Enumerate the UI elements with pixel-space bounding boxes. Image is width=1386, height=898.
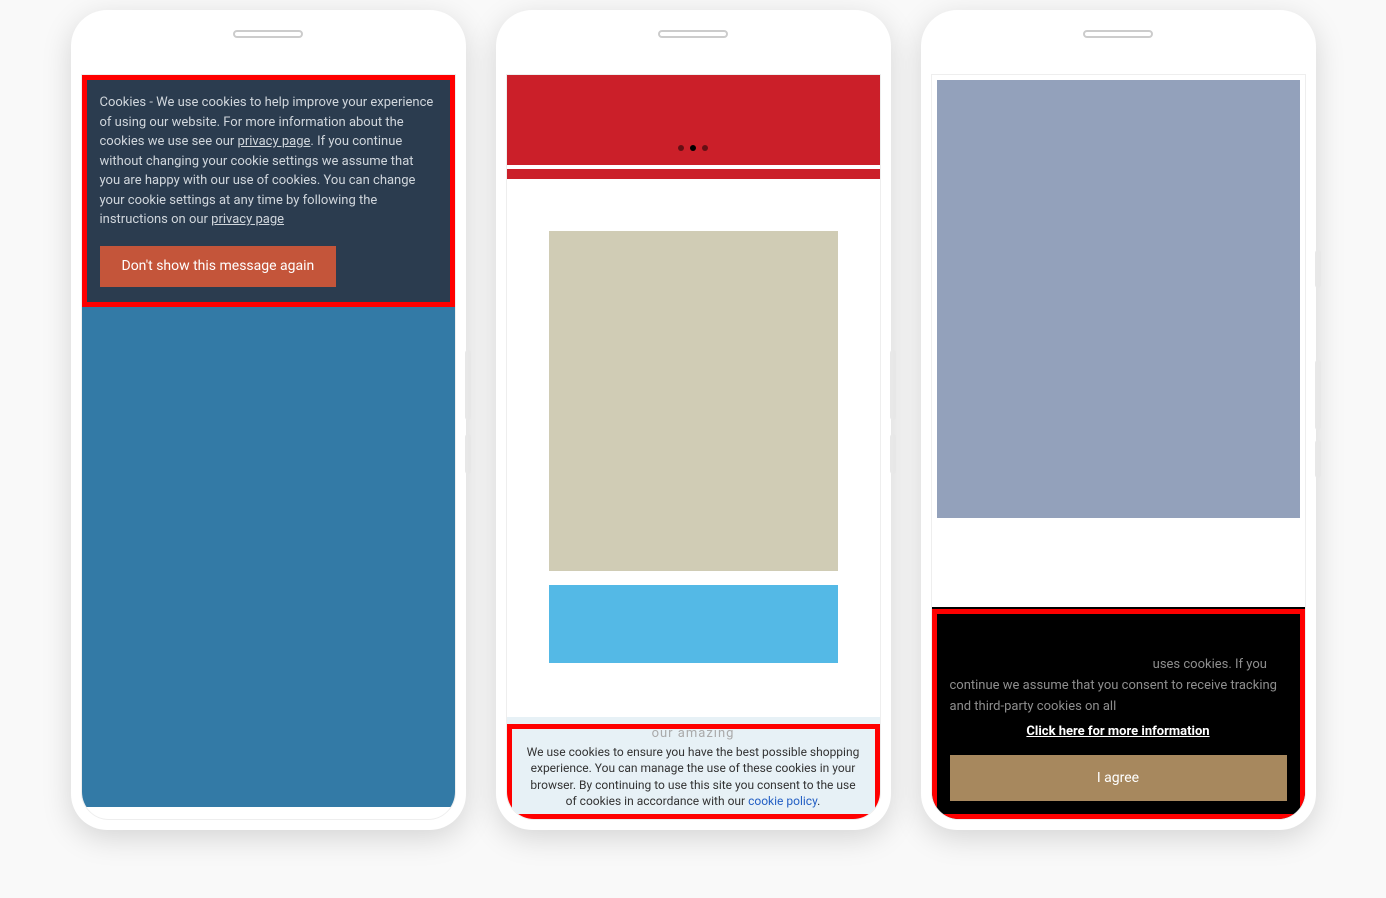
cookie-text: .	[817, 794, 820, 808]
phone-side-button	[1315, 250, 1321, 288]
phone-mockup-2: our amazing We use cookies to ensure you…	[496, 10, 891, 830]
privacy-link[interactable]: privacy page	[211, 212, 284, 227]
page-body	[507, 179, 880, 663]
page-hero	[82, 307, 455, 807]
phone-side-button	[890, 350, 896, 420]
page-header	[507, 75, 880, 165]
carousel-dot[interactable]	[678, 145, 684, 151]
phone-screen: Cookies - We use cookies to help improve…	[81, 74, 456, 820]
carousel-dot[interactable]	[702, 145, 708, 151]
phone-speaker	[233, 30, 303, 38]
cookie-banner: xxxxxxxxxxxxxxxxxxxxxxxxxxxxxxx uses coo…	[932, 607, 1305, 819]
phone-side-button	[890, 434, 896, 474]
phone-mockup-1: Cookies - We use cookies to help improve…	[71, 10, 466, 830]
phone-side-button	[465, 434, 471, 474]
carousel-dots	[678, 145, 708, 151]
content-card	[549, 231, 838, 571]
phone-screen: xxxxxxxxxxxxxxxxxxxxxxxxxxxxxxx uses coo…	[931, 74, 1306, 820]
cookie-text-line1: xxxxxxxxxxxxxxxxxxxxxxxxxxxxxxx uses coo…	[950, 635, 1287, 656]
carousel-dot-active[interactable]	[690, 145, 696, 151]
header-band	[507, 169, 880, 179]
phone-speaker	[658, 30, 728, 38]
phone-speaker	[1083, 30, 1153, 38]
phone-side-button	[465, 350, 471, 420]
privacy-link[interactable]: privacy page	[238, 134, 311, 149]
phone-screen: our amazing We use cookies to ensure you…	[506, 74, 881, 820]
dismiss-button[interactable]: Don't show this message again	[100, 246, 337, 287]
page-hero	[936, 79, 1301, 519]
phone-side-button	[1315, 440, 1321, 478]
agree-button[interactable]: I agree	[950, 755, 1287, 801]
cookie-policy-link[interactable]: cookie policy	[748, 794, 817, 808]
phone-mockup-3: xxxxxxxxxxxxxxxxxxxxxxxxxxxxxxx uses coo…	[921, 10, 1316, 830]
background-text: our amazing	[527, 725, 860, 743]
phone-side-button	[1315, 360, 1321, 430]
cookie-text: uses cookies. If you continue we assume …	[950, 655, 1287, 717]
cookie-banner: our amazing We use cookies to ensure you…	[507, 717, 880, 819]
content-card	[549, 585, 838, 663]
cookie-banner: Cookies - We use cookies to help improve…	[82, 75, 455, 307]
more-info-link[interactable]: Click here for more information	[950, 722, 1287, 743]
